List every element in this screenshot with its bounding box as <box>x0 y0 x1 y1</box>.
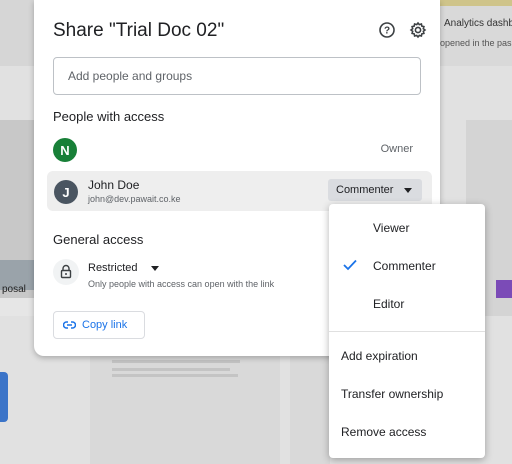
bg-card-bottom-right <box>290 356 330 464</box>
general-access-dropdown[interactable]: Restricted <box>88 262 138 274</box>
people-with-access-heading: People with access <box>53 109 165 124</box>
caret-down-icon[interactable] <box>151 266 159 271</box>
john-avatar: J <box>54 180 78 204</box>
menu-item-label: Transfer ownership <box>341 387 444 401</box>
owner-row: N Owner <box>53 137 421 163</box>
menu-item-remove-access[interactable]: Remove access <box>329 416 485 448</box>
dialog-title: Share "Trial Doc 02" <box>53 20 225 41</box>
owner-role-label: Owner <box>380 143 413 155</box>
owner-avatar: N <box>53 138 77 162</box>
john-email: john@dev.pawait.co.ke <box>88 194 181 204</box>
bg-card-left-top <box>0 0 34 66</box>
help-icon[interactable]: ? <box>376 19 398 41</box>
link-icon <box>63 321 76 329</box>
menu-item-label: Commenter <box>373 259 436 273</box>
general-access-description: Only people with access can open with th… <box>88 279 275 289</box>
john-name: John Doe <box>88 178 140 192</box>
john-role-dropdown[interactable]: Commenter <box>328 179 422 201</box>
bg-card-subtitle: opened in the pas <box>440 38 512 48</box>
bg-card-right-top: Analytics dashb opened in the pas <box>440 0 512 66</box>
bg-card-left-label-text: posal <box>2 284 26 295</box>
lock-icon <box>53 259 79 285</box>
add-people-input[interactable] <box>53 57 421 95</box>
bg-fab <box>0 372 8 422</box>
svg-text:?: ? <box>384 26 390 37</box>
bg-card-title: Analytics dashb <box>444 18 512 29</box>
menu-item-add-expiration[interactable]: Add expiration <box>329 340 485 372</box>
john-role-label: Commenter <box>336 184 394 196</box>
menu-item-label: Editor <box>373 297 405 311</box>
menu-item-label: Add expiration <box>341 349 418 363</box>
menu-item-viewer[interactable]: Viewer <box>329 212 485 244</box>
check-icon <box>343 259 357 271</box>
general-access-heading: General access <box>53 232 144 247</box>
caret-down-icon <box>404 188 412 193</box>
menu-item-transfer-ownership[interactable]: Transfer ownership <box>329 378 485 410</box>
menu-divider <box>329 331 485 332</box>
role-menu: Viewer Commenter Editor Add expiration T… <box>329 204 485 458</box>
menu-item-label: Remove access <box>341 425 427 439</box>
bg-doc-preview <box>90 356 280 464</box>
menu-item-commenter[interactable]: Commenter <box>329 250 485 282</box>
copy-link-button[interactable]: Copy link <box>53 311 145 339</box>
menu-item-editor[interactable]: Editor <box>329 288 485 320</box>
menu-item-label: Viewer <box>373 221 410 235</box>
settings-gear-icon[interactable] <box>407 19 429 41</box>
copy-link-label: Copy link <box>82 319 128 331</box>
